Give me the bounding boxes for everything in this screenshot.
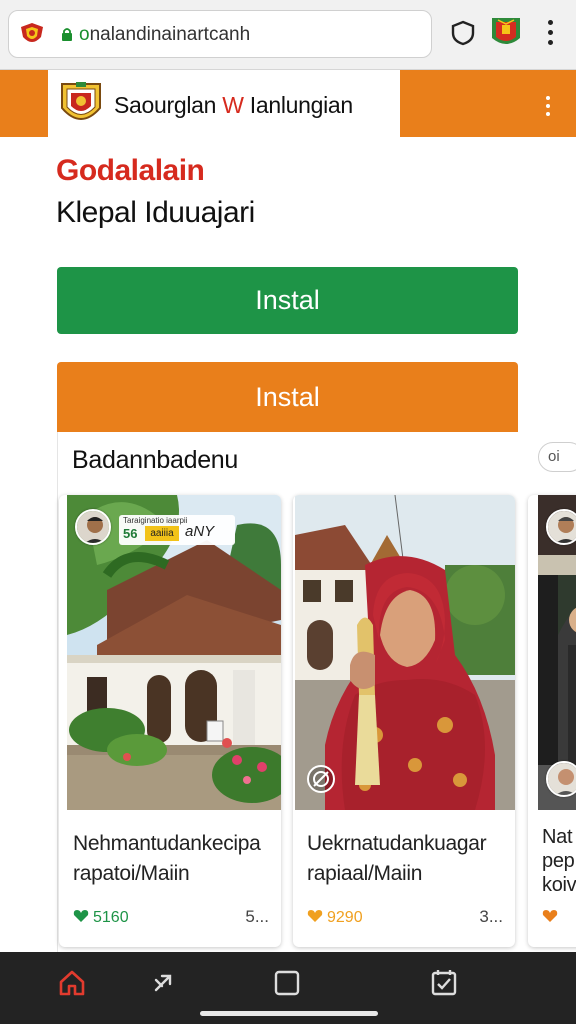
forward-icon[interactable] [150, 968, 180, 998]
section-title: Badannbadenu [72, 446, 239, 474]
heart-icon [542, 910, 558, 922]
install-button-primary[interactable]: Instal [57, 267, 518, 334]
card-1[interactable]: Taraiginatio iaarpii 56 aaiiia aNY Nehma… [59, 495, 281, 947]
card-likes-count: 9290 [327, 909, 363, 926]
dot [546, 112, 550, 116]
avatar [546, 509, 576, 545]
url-rest: nalandinainartcanh [89, 24, 251, 45]
promo-badge: Taraiginatio iaarpii 56 aaiiia aNY [119, 515, 235, 545]
brand-name-part2: W [222, 92, 244, 118]
card-2[interactable]: Uekrnatudankuagar rapiaal/Maiin 9290 3..… [293, 495, 515, 947]
card-photo [538, 495, 576, 810]
home-icon[interactable] [57, 968, 87, 998]
card-photo: Taraiginatio iaarpii 56 aaiiia aNY [67, 495, 281, 810]
card-likes: 9290 [307, 909, 363, 927]
browser-menu-button[interactable] [540, 18, 560, 50]
home-indicator[interactable] [200, 1011, 378, 1016]
card-comments[interactable]: 5... [245, 907, 269, 927]
badge-top: Taraiginatio iaarpii [123, 516, 188, 525]
install-button-secondary[interactable]: Instal [57, 362, 518, 432]
card-photo [295, 495, 515, 810]
brand-name-part3: Ianlungian [243, 92, 353, 118]
card-3[interactable]: Nat pep koiv [528, 495, 576, 947]
regional-emblem-icon [61, 82, 101, 120]
dot [546, 104, 550, 108]
card-title: Nat pep koiv [542, 826, 576, 896]
card-likes-count: 5160 [93, 909, 129, 926]
brand-name-part1: Saourglan [114, 92, 223, 118]
card-likes: 5160 [73, 909, 129, 927]
url-highlight: o [79, 24, 90, 45]
brand-name: Saourglan W Ianlungian [114, 92, 353, 119]
card-likes [542, 909, 562, 927]
dot [546, 96, 550, 100]
card-title: Nehmantudankecipa rapatoi/Maiin [73, 832, 261, 885]
address-bar[interactable]: onalandinainartcanh [8, 10, 432, 58]
page-subtitle: Klepal Iduuajari [56, 196, 255, 229]
see-more-chip[interactable]: oi [538, 442, 576, 472]
avatar [546, 761, 576, 797]
dot [548, 20, 553, 25]
mute-icon[interactable] [307, 765, 335, 793]
lock-icon [62, 28, 72, 41]
tabs-icon[interactable] [272, 968, 302, 998]
site-favicon-icon [21, 23, 43, 42]
dot [548, 30, 553, 35]
card-comments[interactable]: 3... [479, 907, 503, 927]
bookmark-check-icon[interactable] [429, 968, 459, 998]
page-title: Godalalain [56, 154, 205, 187]
dot [548, 40, 553, 45]
site-header: Saourglan W Ianlungian [0, 70, 576, 137]
shield-icon[interactable] [451, 20, 475, 46]
app-screen: onalandinainartcanh Saourglan W Ianlungi… [0, 0, 576, 1024]
card-title: Uekrnatudankuagar rapiaal/Maiin [307, 832, 487, 885]
badge-number: 56 [123, 526, 138, 541]
site-menu-button[interactable] [538, 94, 558, 118]
heart-icon [73, 910, 89, 922]
badge-yellow: aaiiia [145, 526, 179, 541]
heart-icon [307, 910, 323, 922]
brand-link[interactable]: Saourglan W Ianlungian [48, 70, 400, 137]
woman-photo [295, 495, 515, 810]
url-text[interactable]: onalandinainartcanh [79, 24, 250, 46]
avatar [75, 509, 111, 545]
badge-signature: aNY [185, 523, 215, 540]
emblem-badge-icon[interactable] [491, 16, 521, 50]
browser-toolbar: onalandinainartcanh [0, 0, 576, 70]
